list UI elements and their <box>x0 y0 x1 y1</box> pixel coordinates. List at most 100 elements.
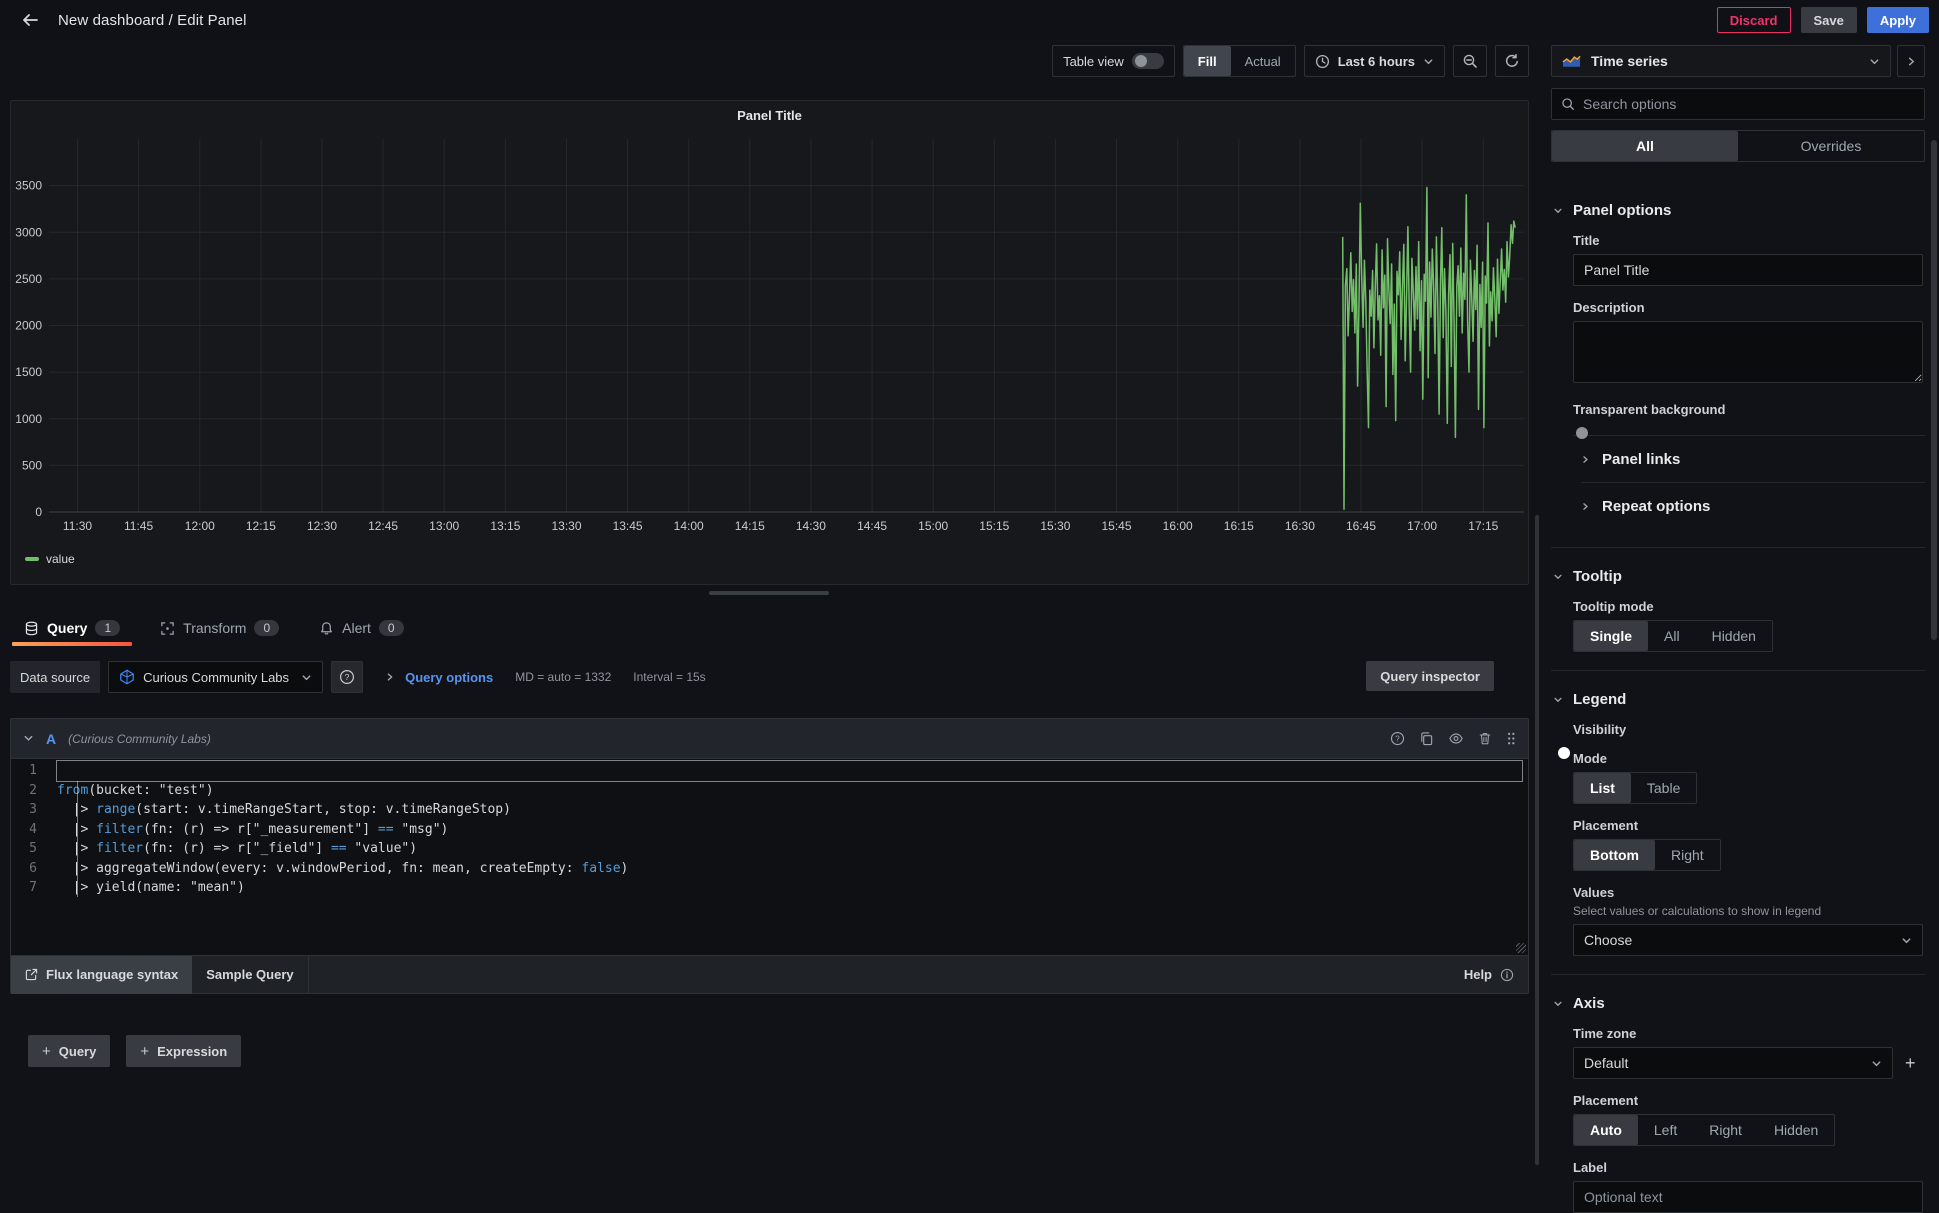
arrow-left-icon <box>21 11 39 29</box>
section-repeat-options[interactable]: Repeat options <box>1581 483 1925 529</box>
tab-transform[interactable]: Transform 0 <box>152 614 287 646</box>
legend-mode-table[interactable]: Table <box>1631 773 1696 803</box>
database-icon <box>24 621 39 636</box>
options-search-input[interactable] <box>1583 96 1915 112</box>
legend-values-description: Select values or calculations to show in… <box>1573 904 1925 918</box>
svg-text:12:00: 12:00 <box>185 519 215 533</box>
refresh-button[interactable] <box>1495 45 1529 77</box>
legend-values-select[interactable]: Choose <box>1573 924 1923 956</box>
legend-placement-bottom[interactable]: Bottom <box>1574 840 1655 870</box>
apply-button[interactable]: Apply <box>1867 7 1929 33</box>
svg-text:15:30: 15:30 <box>1040 519 1070 533</box>
section-panel-options[interactable]: Panel options <box>1553 202 1925 219</box>
flux-syntax-button[interactable]: Flux language syntax <box>11 956 192 994</box>
help-button[interactable]: Help <box>1464 967 1528 982</box>
edit-pane: Table view Fill Actual Last 6 hours Pane… <box>0 40 1540 1171</box>
chart-legend[interactable]: value <box>11 547 1528 571</box>
query-actions: ? <box>1390 731 1516 746</box>
external-link-icon <box>25 968 38 981</box>
toggle-knob <box>1135 55 1147 67</box>
tab-alert[interactable]: Alert 0 <box>311 614 411 646</box>
tooltip-mode-group: Single All Hidden <box>1573 620 1773 652</box>
flux-code-editor[interactable]: 12from(bucket: "test")3 |> range(start: … <box>10 758 1529 956</box>
tab-all-options[interactable]: All <box>1552 131 1738 161</box>
panel-description-input[interactable] <box>1573 321 1923 383</box>
options-sidebar: Time series All Overrides Panel options … <box>1551 40 1925 1171</box>
fill-option[interactable]: Fill <box>1184 46 1231 76</box>
drag-handle-icon[interactable] <box>1506 731 1516 746</box>
axis-placement-auto[interactable]: Auto <box>1574 1115 1638 1145</box>
time-series-chart[interactable]: 050010001500200025003000350011:3011:4512… <box>11 129 1528 547</box>
legend-mode-list[interactable]: List <box>1574 773 1631 803</box>
axis-placement-left[interactable]: Left <box>1638 1115 1693 1145</box>
add-timezone-button[interactable]: + <box>1905 1053 1916 1074</box>
panel-title-input[interactable] <box>1573 254 1923 286</box>
query-options-toggle[interactable]: Query options <box>385 670 493 685</box>
refresh-icon <box>1504 53 1520 69</box>
viz-type-select[interactable]: Time series <box>1551 45 1891 77</box>
legend-values-placeholder: Choose <box>1584 932 1901 948</box>
zoom-out-button[interactable] <box>1453 45 1487 77</box>
legend-series-label: value <box>46 552 75 566</box>
tab-query-count: 1 <box>95 620 120 636</box>
tab-overrides[interactable]: Overrides <box>1738 131 1924 161</box>
transparent-bg-label: Transparent background <box>1573 402 1925 417</box>
add-query-button[interactable]: + Query <box>28 1035 110 1067</box>
datasource-select[interactable]: Curious Community Labs <box>108 661 323 693</box>
query-help-icon[interactable]: ? <box>1390 731 1405 746</box>
datasource-help-button[interactable]: ? <box>331 661 363 693</box>
delete-query-icon[interactable] <box>1478 731 1492 746</box>
time-range-picker[interactable]: Last 6 hours <box>1304 45 1445 77</box>
chevron-right-icon <box>1906 56 1917 67</box>
tooltip-mode-all[interactable]: All <box>1648 621 1696 651</box>
section-panel-links[interactable]: Panel links <box>1581 436 1925 482</box>
tooltip-mode-label: Tooltip mode <box>1573 599 1925 614</box>
sample-query-button[interactable]: Sample Query <box>192 956 308 994</box>
query-inspector-button[interactable]: Query inspector <box>1366 661 1494 691</box>
save-button[interactable]: Save <box>1801 7 1857 33</box>
axis-placement-hidden[interactable]: Hidden <box>1758 1115 1834 1145</box>
axis-label-label: Label <box>1573 1160 1925 1175</box>
chevron-right-icon <box>1581 455 1590 464</box>
section-axis[interactable]: Axis <box>1553 995 1925 1012</box>
tooltip-mode-hidden[interactable]: Hidden <box>1696 621 1772 651</box>
collapse-sidebar-button[interactable] <box>1897 45 1925 77</box>
editor-resize-corner[interactable] <box>1516 943 1526 953</box>
divider <box>1551 670 1925 671</box>
datasource-value: Curious Community Labs <box>143 670 293 685</box>
svg-text:12:15: 12:15 <box>246 519 276 533</box>
code-lines: 12from(bucket: "test")3 |> range(start: … <box>11 761 1528 898</box>
add-query-label: Query <box>59 1044 97 1059</box>
duplicate-query-icon[interactable] <box>1419 731 1434 746</box>
section-tooltip[interactable]: Tooltip <box>1553 568 1925 585</box>
table-view-toggle[interactable] <box>1132 53 1164 69</box>
collapse-query-icon[interactable] <box>23 733 34 744</box>
viz-picker-row: Time series <box>1551 45 1925 77</box>
options-filter-tabs: All Overrides <box>1551 130 1925 162</box>
add-expression-button[interactable]: + Expression <box>126 1035 241 1067</box>
panel-title[interactable]: Panel Title <box>11 101 1528 129</box>
section-legend[interactable]: Legend <box>1553 691 1925 708</box>
panel-resize-handle[interactable] <box>709 591 829 595</box>
options-search[interactable] <box>1551 88 1925 120</box>
sidebar-scrollbar[interactable] <box>1931 140 1937 640</box>
datasource-label: Data source <box>10 661 100 693</box>
axis-placement-right[interactable]: Right <box>1693 1115 1758 1145</box>
back-button[interactable] <box>14 4 46 36</box>
legend-placement-right[interactable]: Right <box>1655 840 1720 870</box>
edit-pane-scrollbar[interactable] <box>1535 515 1539 1165</box>
query-ref-id[interactable]: A <box>46 731 56 747</box>
indent-guide <box>77 781 78 897</box>
tab-query[interactable]: Query 1 <box>16 614 128 646</box>
transform-icon <box>160 621 175 636</box>
timezone-select[interactable]: Default <box>1573 1047 1893 1079</box>
svg-text:15:00: 15:00 <box>918 519 948 533</box>
discard-button[interactable]: Discard <box>1717 7 1791 33</box>
chevron-down-icon <box>1553 999 1563 1009</box>
help-circle-icon: ? <box>339 669 355 685</box>
axis-label-input[interactable] <box>1573 1181 1923 1213</box>
legend-visibility-label: Visibility <box>1573 722 1925 737</box>
tooltip-mode-single[interactable]: Single <box>1574 621 1648 651</box>
actual-option[interactable]: Actual <box>1231 46 1295 76</box>
hide-query-icon[interactable] <box>1448 731 1464 746</box>
